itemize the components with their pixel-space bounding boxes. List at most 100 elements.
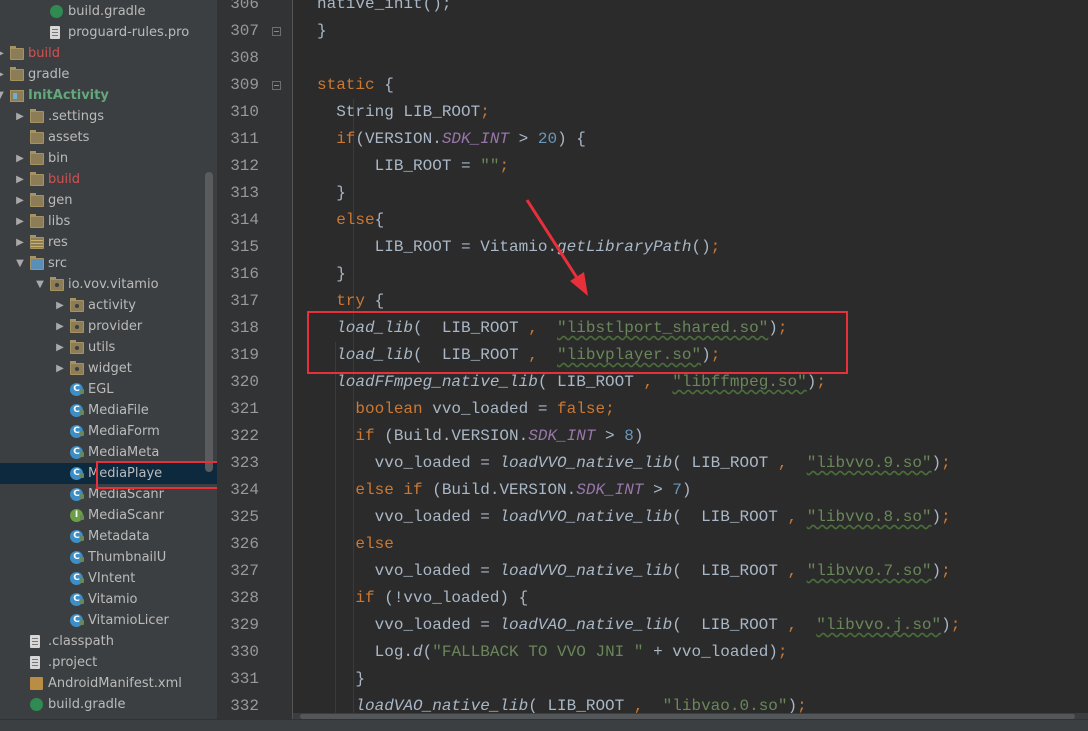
tree-item[interactable]: C Metadata	[0, 526, 205, 547]
code-line[interactable]: LIB_ROOT = "";	[317, 153, 509, 180]
line-number: 309	[230, 76, 259, 94]
code-line[interactable]: native_init();	[317, 0, 451, 18]
tree-item[interactable]: ▼ InitActivity	[0, 85, 205, 106]
tree-item[interactable]: C MediaForm	[0, 421, 205, 442]
tree-item-label: gen	[48, 193, 73, 208]
code-line[interactable]: else if (Build.VERSION.SDK_INT > 7)	[317, 477, 691, 504]
code-line[interactable]: else{	[317, 207, 384, 234]
code-line[interactable]: String LIB_ROOT;	[317, 99, 490, 126]
tree-item[interactable]: C MediaFile	[0, 400, 205, 421]
tree-item[interactable]: C MediaMeta	[0, 442, 205, 463]
tree-item[interactable]: C Vitamio	[0, 589, 205, 610]
tree-item[interactable]: ▶ build	[0, 169, 205, 190]
collapsed-arrow-icon[interactable]: ▶	[14, 169, 26, 190]
code-line[interactable]: vvo_loaded = loadVVO_native_lib( LIB_ROO…	[317, 504, 951, 531]
tree-item[interactable]: C VIntent	[0, 568, 205, 589]
code-token: ;	[710, 238, 721, 256]
tree-item[interactable]: build.gradle	[0, 694, 205, 715]
module-icon	[10, 90, 24, 102]
fold-marker-icon[interactable]	[272, 27, 281, 36]
tree-item[interactable]: C ThumbnailU	[0, 547, 205, 568]
code-line[interactable]: vvo_loaded = loadVVO_native_lib( LIB_ROO…	[317, 450, 951, 477]
tree-item[interactable]: ▶ activity	[0, 295, 205, 316]
tree-highlight-annotation	[96, 461, 229, 489]
tree-item[interactable]: C VitamioLicer	[0, 610, 205, 631]
code-line[interactable]: }	[317, 666, 365, 693]
code-line[interactable]: }	[317, 261, 346, 288]
code-line[interactable]: if (!vvo_loaded) {	[317, 585, 528, 612]
tree-item[interactable]: assets	[0, 127, 205, 148]
folder-icon	[30, 193, 44, 207]
tree-item-label: .project	[48, 655, 98, 670]
collapsed-arrow-icon[interactable]: ▶	[54, 358, 66, 379]
collapsed-arrow-icon[interactable]: ▶	[14, 148, 26, 169]
tree-item[interactable]: ▼ src	[0, 253, 205, 274]
line-number: 323	[230, 454, 259, 472]
code-token: LIB_ROOT = Vitamio.	[317, 238, 558, 256]
collapsed-arrow-icon[interactable]: ▶	[14, 106, 26, 127]
tree-item[interactable]: C EGL	[0, 379, 205, 400]
collapsed-arrow-icon[interactable]: ▶	[14, 232, 26, 253]
tree-item[interactable]: I MediaScanr	[0, 505, 205, 526]
tree-item-label: utils	[88, 340, 116, 355]
tree-item[interactable]: ▶ bin	[0, 148, 205, 169]
tree-scrollbar[interactable]	[205, 172, 213, 472]
code-line[interactable]: Log.d("FALLBACK TO VVO JNI " + vvo_loade…	[317, 639, 788, 666]
line-number: 306	[230, 0, 259, 13]
expanded-arrow-icon[interactable]: ▼	[0, 85, 6, 106]
tree-item[interactable]: .classpath	[0, 631, 205, 652]
collapsed-arrow-icon[interactable]: ▶	[54, 295, 66, 316]
tree-item[interactable]: ▼ io.vov.vitamio	[0, 274, 205, 295]
code-token: loadVVO_native_lib	[499, 562, 673, 580]
class-icon: C	[70, 446, 84, 459]
code-token: ,	[787, 616, 798, 634]
tree-item[interactable]: ▶ utils	[0, 337, 205, 358]
tree-item[interactable]: proguard-rules.pro	[0, 22, 205, 43]
code-line[interactable]: static {	[317, 72, 394, 99]
line-number: 328	[230, 589, 259, 607]
tree-item[interactable]: ▶ gen	[0, 190, 205, 211]
tree-item[interactable]: ▶ gradle	[0, 64, 205, 85]
tree-item[interactable]: ▶ res	[0, 232, 205, 253]
code-token: ;	[941, 562, 951, 580]
tree-item[interactable]: ▶ .settings	[0, 106, 205, 127]
tree-item[interactable]: ▶ libs	[0, 211, 205, 232]
tree-item[interactable]: .project	[0, 652, 205, 673]
collapsed-arrow-icon[interactable]: ▶	[0, 43, 6, 64]
collapsed-arrow-icon[interactable]: ▶	[14, 190, 26, 211]
code-line[interactable]: LIB_ROOT = Vitamio.getLibraryPath();	[317, 234, 721, 261]
code-line[interactable]: }	[317, 18, 327, 45]
collapsed-arrow-icon[interactable]: ▶	[54, 316, 66, 337]
code-line[interactable]: }	[317, 180, 346, 207]
fold-marker-icon[interactable]	[272, 81, 281, 90]
tree-item[interactable]: build.gradle	[0, 1, 205, 22]
code-line[interactable]: vvo_loaded = loadVVO_native_lib( LIB_ROO…	[317, 558, 951, 585]
line-number: 307	[230, 22, 259, 40]
tree-item[interactable]: ▶ build	[0, 43, 205, 64]
code-token: Log.	[317, 643, 414, 661]
collapsed-arrow-icon[interactable]: ▶	[54, 337, 66, 358]
expanded-arrow-icon[interactable]: ▼	[14, 253, 26, 274]
code-line[interactable]: else	[317, 531, 393, 558]
code-token: ,	[787, 562, 798, 580]
collapsed-arrow-icon[interactable]: ▶	[14, 211, 26, 232]
tree-item[interactable]: ▶ widget	[0, 358, 205, 379]
code-line[interactable]: vvo_loaded = loadVAO_native_lib( LIB_ROO…	[317, 612, 961, 639]
project-tree-panel[interactable]: build.gradle proguard-rules.pro ▶ build ▶ gra…	[0, 0, 217, 719]
code-token: "libvvo.j.so"	[816, 616, 942, 634]
collapsed-arrow-icon[interactable]: ▶	[0, 64, 6, 85]
tree-item[interactable]: AndroidManifest.xml	[0, 673, 205, 694]
expanded-arrow-icon[interactable]: ▼	[34, 274, 46, 295]
code-line[interactable]: if (Build.VERSION.SDK_INT > 8)	[317, 423, 643, 450]
tree-item-label: proguard-rules.pro	[68, 25, 190, 40]
code-token: loadFFmpeg_native_lib	[336, 373, 538, 391]
code-token: ;	[480, 103, 490, 121]
code-token: ,	[787, 508, 798, 526]
code-line[interactable]: boolean vvo_loaded = false;	[317, 396, 614, 423]
code-line[interactable]: if(VERSION.SDK_INT > 20) {	[317, 126, 586, 153]
tree-item[interactable]: ▶ provider	[0, 316, 205, 337]
